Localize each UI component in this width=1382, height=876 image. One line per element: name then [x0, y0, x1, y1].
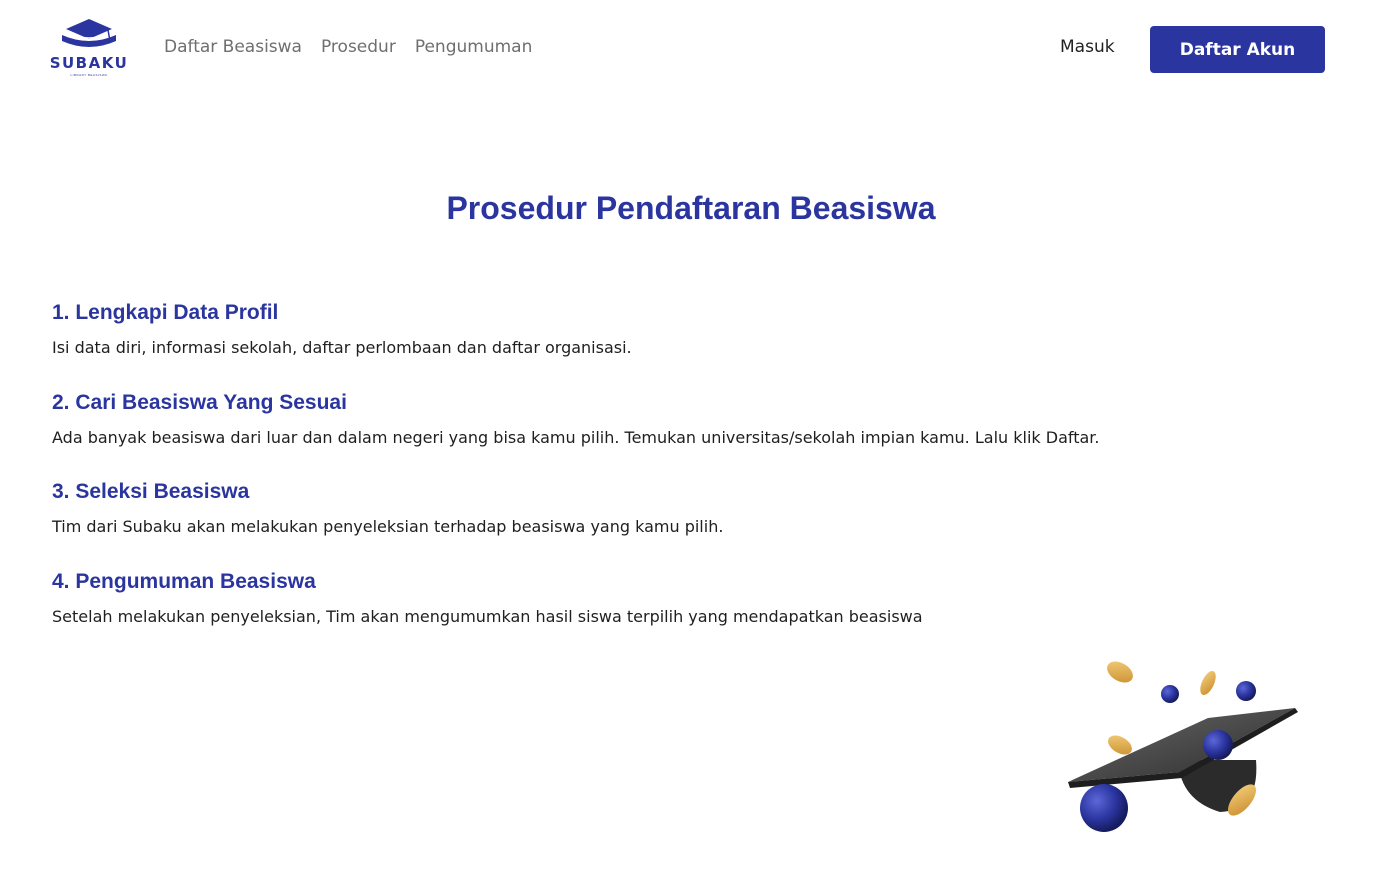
step-item: 1. Lengkapi Data Profil Isi data diri, i… [52, 298, 1292, 388]
step-description: Ada banyak beasiswa dari luar dan dalam … [52, 427, 1100, 447]
main-nav: Daftar Beasiswa Prosedur Pengumuman [164, 37, 532, 57]
logo-tagline: LIBRARY BEASISWA [70, 73, 108, 77]
nav-item-pengumuman[interactable]: Pengumuman [415, 37, 533, 57]
login-link[interactable]: Masuk [1060, 37, 1115, 57]
step-title: 4. Pengumuman Beasiswa [52, 569, 316, 593]
nav-item-daftar-beasiswa[interactable]: Daftar Beasiswa [164, 37, 302, 57]
step-title: 3. Seleksi Beasiswa [52, 480, 250, 503]
step-title: 2. Cari Beasiswa Yang Sesuai [52, 390, 347, 414]
step-item: 2. Cari Beasiswa Yang Sesuai Ada banyak … [52, 388, 1292, 478]
step-description: Tim dari Subaku akan melakukan penyeleks… [52, 517, 724, 536]
step-item: 4. Pengumuman Beasiswa Setelah melakukan… [52, 567, 1292, 657]
logo-wordmark: SUBAKU [49, 54, 129, 72]
register-button[interactable]: Daftar Akun [1150, 26, 1325, 73]
subaku-logo[interactable]: SUBAKU LIBRARY BEASISWA [46, 17, 132, 79]
graduation-cap-with-coins-icon [1060, 650, 1310, 840]
page-title: Prosedur Pendaftaran Beasiswa [446, 190, 936, 226]
graduation-cap-logo-icon [62, 19, 116, 47]
step-description: Setelah melakukan penyeleksian, Tim akan… [52, 606, 923, 626]
nav-item-prosedur[interactable]: Prosedur [321, 37, 396, 57]
step-item: 3. Seleksi Beasiswa Tim dari Subaku akan… [52, 477, 1292, 567]
site-header: SUBAKU LIBRARY BEASISWA Daftar Beasiswa … [0, 0, 1382, 98]
procedure-steps: 1. Lengkapi Data Profil Isi data diri, i… [52, 298, 1292, 656]
step-title: 1. Lengkapi Data Profil [52, 301, 279, 324]
step-description: Isi data diri, informasi sekolah, daftar… [52, 338, 632, 357]
